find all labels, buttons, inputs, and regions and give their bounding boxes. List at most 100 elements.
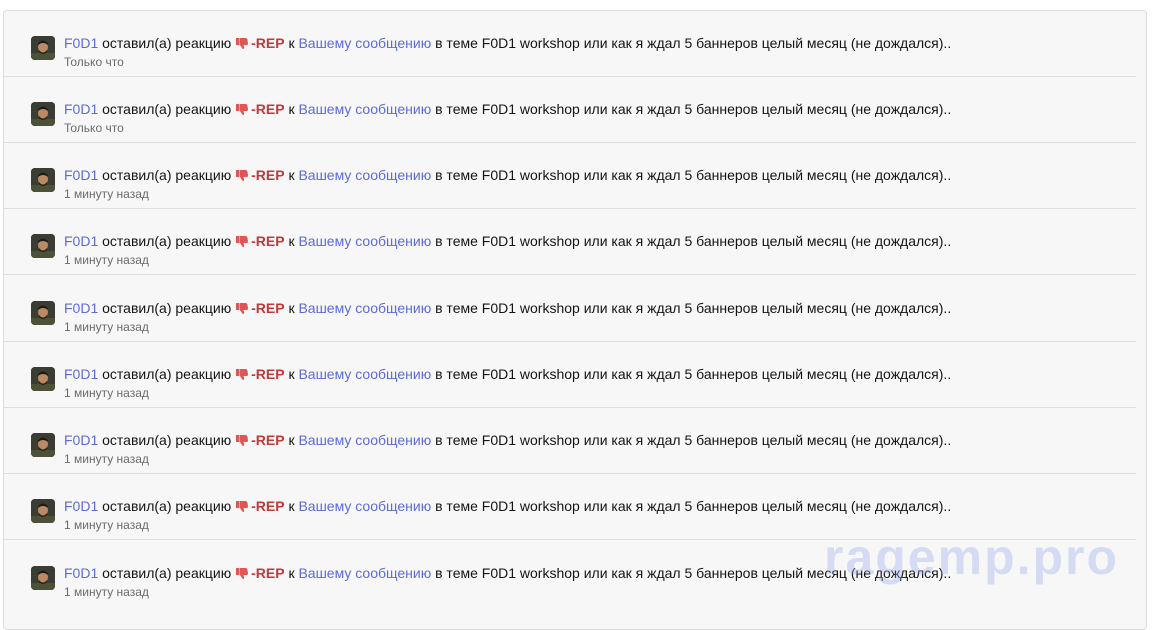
user-avatar[interactable] bbox=[31, 301, 55, 325]
reaction-label: -REP bbox=[251, 565, 285, 581]
alert-action: оставил(а) реакцию bbox=[102, 432, 232, 448]
alert-time: 1 минуту назад bbox=[64, 518, 149, 532]
alert-action: оставил(а) реакцию bbox=[102, 366, 232, 382]
thread-text: в теме F0D1 workshop или как я ждал 5 ба… bbox=[435, 167, 952, 183]
message-link[interactable]: Вашему сообщению bbox=[298, 432, 431, 448]
reaction-badge: -REP bbox=[235, 167, 285, 183]
reaction-label: -REP bbox=[251, 432, 285, 448]
reaction-badge: -REP bbox=[235, 432, 285, 448]
user-avatar[interactable] bbox=[31, 234, 55, 258]
alert-item[interactable]: F0D1 оставил(а) реакцию -REP к Вашему со… bbox=[4, 143, 1136, 209]
alert-action: оставил(а) реакцию bbox=[102, 233, 232, 249]
alerts-panel: F0D1 оставил(а) реакцию -REP к Вашему со… bbox=[3, 10, 1147, 630]
thumbs-down-icon bbox=[236, 170, 249, 181]
thread-text: в теме F0D1 workshop или как я ждал 5 ба… bbox=[435, 35, 952, 51]
message-link[interactable]: Вашему сообщению bbox=[298, 167, 431, 183]
username-link[interactable]: F0D1 bbox=[64, 432, 98, 448]
alert-text: F0D1 оставил(а) реакцию -REP к Вашему со… bbox=[64, 365, 951, 383]
user-avatar[interactable] bbox=[31, 36, 55, 60]
alert-action: оставил(а) реакцию bbox=[102, 101, 232, 117]
alert-time: 1 минуту назад bbox=[64, 187, 149, 201]
reaction-label: -REP bbox=[251, 366, 285, 382]
alert-preposition: к bbox=[288, 35, 295, 51]
thumbs-down-icon bbox=[236, 38, 249, 49]
alert-item[interactable]: F0D1 оставил(а) реакцию -REP к Вашему со… bbox=[4, 408, 1136, 474]
thread-text: в теме F0D1 workshop или как я ждал 5 ба… bbox=[435, 432, 952, 448]
reaction-badge: -REP bbox=[235, 35, 285, 51]
alert-item[interactable]: F0D1 оставил(а) реакцию -REP к Вашему со… bbox=[4, 209, 1136, 275]
reaction-label: -REP bbox=[251, 498, 285, 514]
alert-preposition: к bbox=[288, 233, 295, 249]
alert-item[interactable]: F0D1 оставил(а) реакцию -REP к Вашему со… bbox=[4, 474, 1136, 540]
thumbs-down-icon bbox=[236, 303, 249, 314]
thread-text: в теме F0D1 workshop или как я ждал 5 ба… bbox=[435, 366, 952, 382]
username-link[interactable]: F0D1 bbox=[64, 366, 98, 382]
thumbs-down-icon bbox=[236, 236, 249, 247]
alert-time: 1 минуту назад bbox=[64, 386, 149, 400]
reaction-label: -REP bbox=[251, 35, 285, 51]
alert-text: F0D1 оставил(а) реакцию -REP к Вашему со… bbox=[64, 299, 951, 317]
user-avatar[interactable] bbox=[31, 433, 55, 457]
reaction-label: -REP bbox=[251, 101, 285, 117]
alert-preposition: к bbox=[288, 300, 295, 316]
alert-text: F0D1 оставил(а) реакцию -REP к Вашему со… bbox=[64, 232, 951, 250]
thumbs-down-icon bbox=[236, 568, 249, 579]
message-link[interactable]: Вашему сообщению bbox=[298, 498, 431, 514]
message-link[interactable]: Вашему сообщению bbox=[298, 565, 431, 581]
reaction-label: -REP bbox=[251, 233, 285, 249]
alert-item[interactable]: F0D1 оставил(а) реакцию -REP к Вашему со… bbox=[4, 342, 1136, 408]
message-link[interactable]: Вашему сообщению bbox=[298, 366, 431, 382]
reaction-badge: -REP bbox=[235, 300, 285, 316]
thumbs-down-icon bbox=[236, 104, 249, 115]
alert-time: Только что bbox=[64, 121, 124, 135]
reaction-label: -REP bbox=[251, 300, 285, 316]
alert-text: F0D1 оставил(а) реакцию -REP к Вашему со… bbox=[64, 564, 951, 582]
thumbs-down-icon bbox=[236, 369, 249, 380]
alert-item[interactable]: F0D1 оставил(а) реакцию -REP к Вашему со… bbox=[4, 77, 1136, 143]
alert-time: Только что bbox=[64, 55, 124, 69]
alert-preposition: к bbox=[288, 565, 295, 581]
user-avatar[interactable] bbox=[31, 566, 55, 590]
username-link[interactable]: F0D1 bbox=[64, 565, 98, 581]
alert-preposition: к bbox=[288, 101, 295, 117]
thumbs-down-icon bbox=[236, 435, 249, 446]
alert-time: 1 минуту назад bbox=[64, 253, 149, 267]
alert-time: 1 минуту назад bbox=[64, 585, 149, 599]
user-avatar[interactable] bbox=[31, 168, 55, 192]
message-link[interactable]: Вашему сообщению bbox=[298, 35, 431, 51]
alert-text: F0D1 оставил(а) реакцию -REP к Вашему со… bbox=[64, 34, 951, 52]
alert-item[interactable]: F0D1 оставил(а) реакцию -REP к Вашему со… bbox=[4, 541, 1136, 607]
alert-action: оставил(а) реакцию bbox=[102, 167, 232, 183]
alert-item[interactable]: F0D1 оставил(а) реакцию -REP к Вашему со… bbox=[4, 276, 1136, 342]
thread-text: в теме F0D1 workshop или как я ждал 5 ба… bbox=[435, 565, 952, 581]
alert-time: 1 минуту назад bbox=[64, 452, 149, 466]
user-avatar[interactable] bbox=[31, 367, 55, 391]
thumbs-down-icon bbox=[236, 501, 249, 512]
message-link[interactable]: Вашему сообщению bbox=[298, 233, 431, 249]
thread-text: в теме F0D1 workshop или как я ждал 5 ба… bbox=[435, 498, 952, 514]
alert-action: оставил(а) реакцию bbox=[102, 35, 232, 51]
alert-text: F0D1 оставил(а) реакцию -REP к Вашему со… bbox=[64, 100, 951, 118]
username-link[interactable]: F0D1 bbox=[64, 300, 98, 316]
message-link[interactable]: Вашему сообщению bbox=[298, 300, 431, 316]
alert-preposition: к bbox=[288, 432, 295, 448]
alert-preposition: к bbox=[288, 366, 295, 382]
user-avatar[interactable] bbox=[31, 102, 55, 126]
alert-text: F0D1 оставил(а) реакцию -REP к Вашему со… bbox=[64, 166, 951, 184]
username-link[interactable]: F0D1 bbox=[64, 498, 98, 514]
reaction-badge: -REP bbox=[235, 101, 285, 117]
reaction-badge: -REP bbox=[235, 565, 285, 581]
username-link[interactable]: F0D1 bbox=[64, 233, 98, 249]
user-avatar[interactable] bbox=[31, 499, 55, 523]
message-link[interactable]: Вашему сообщению bbox=[298, 101, 431, 117]
username-link[interactable]: F0D1 bbox=[64, 101, 98, 117]
alert-time: 1 минуту назад bbox=[64, 320, 149, 334]
username-link[interactable]: F0D1 bbox=[64, 35, 98, 51]
alert-action: оставил(а) реакцию bbox=[102, 565, 232, 581]
username-link[interactable]: F0D1 bbox=[64, 167, 98, 183]
alert-text: F0D1 оставил(а) реакцию -REP к Вашему со… bbox=[64, 497, 951, 515]
alert-preposition: к bbox=[288, 167, 295, 183]
reaction-badge: -REP bbox=[235, 498, 285, 514]
reaction-label: -REP bbox=[251, 167, 285, 183]
alert-item[interactable]: F0D1 оставил(а) реакцию -REP к Вашему со… bbox=[4, 11, 1136, 77]
